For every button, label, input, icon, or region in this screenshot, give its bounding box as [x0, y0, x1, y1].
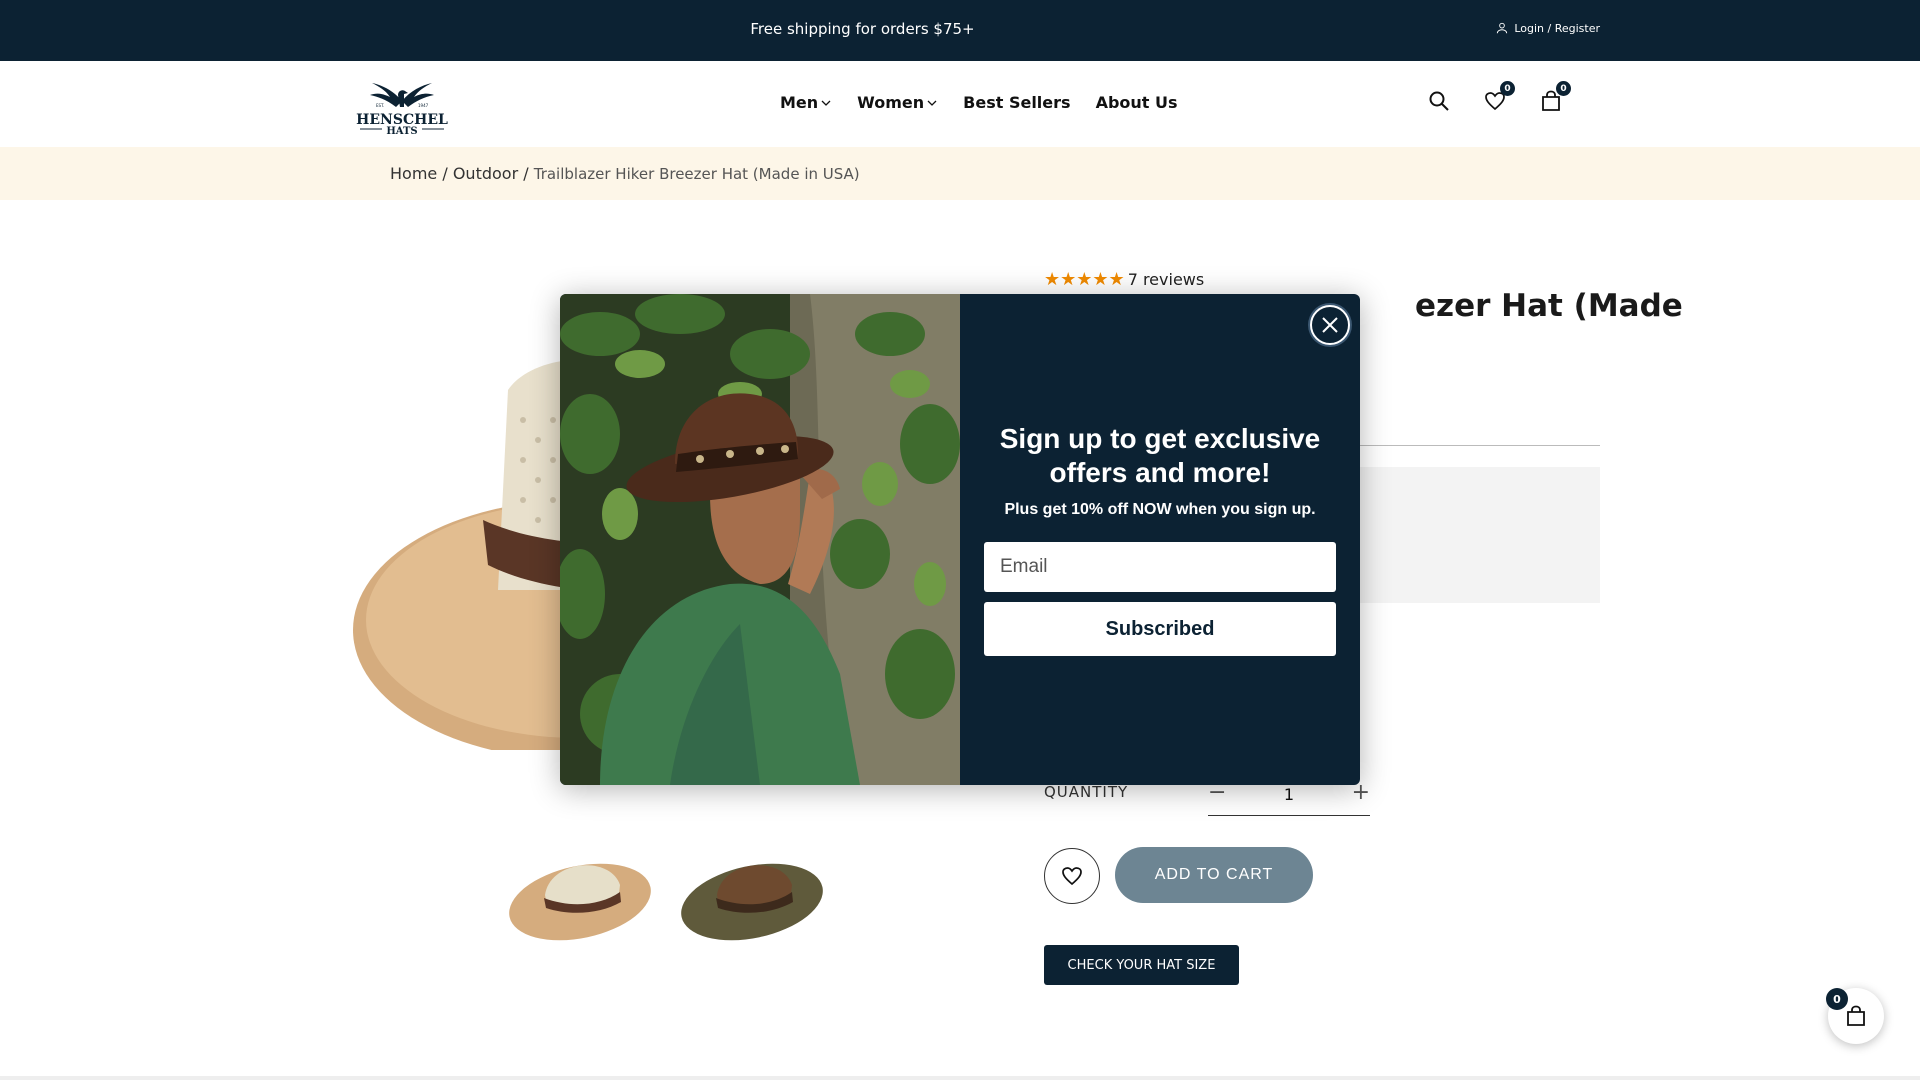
chevron-down-icon: [927, 100, 937, 106]
nav-best-sellers[interactable]: Best Sellers: [963, 93, 1070, 112]
nav-best-sellers-label: Best Sellers: [963, 93, 1071, 112]
eagle-logo: EST. 1947 HENSCHEL HATS: [356, 83, 448, 137]
check-hat-size-button[interactable]: CHECK YOUR HAT SIZE: [1044, 945, 1239, 985]
cart-button[interactable]: 0: [1539, 81, 1571, 115]
nav-about-us-label: About Us: [1095, 93, 1178, 112]
nav-about-us[interactable]: About Us: [1096, 93, 1178, 112]
breadcrumb-current: Trailblazer Hiker Breezer Hat (Made in U…: [533, 165, 860, 183]
henschel-logo[interactable]: EST. 1947 HENSCHEL HATS: [352, 71, 452, 139]
nav-men-label: Men: [780, 93, 819, 112]
nav-women-label: Women: [857, 93, 925, 112]
svg-text:1947: 1947: [418, 103, 429, 108]
header-icons: 0 0: [1427, 81, 1571, 115]
login-register-label: Login / Register: [1514, 21, 1600, 35]
close-icon: [1322, 317, 1338, 333]
search-button[interactable]: [1427, 89, 1453, 115]
breadcrumb-separator: /: [523, 164, 529, 183]
announcement-bar: Free shipping for orders $75+ Login / Re…: [0, 0, 1920, 61]
product-title: ezer Hat (Made: [1415, 288, 1683, 324]
footer-edge: [0, 1076, 1920, 1080]
cart-count-badge: 0: [1556, 81, 1571, 96]
popup-photo: [560, 294, 960, 785]
popup-subtext: Plus get 10% off NOW when you sign up.: [1004, 501, 1316, 518]
floating-cart-count: 0: [1826, 988, 1848, 1010]
chevron-down-icon: [821, 100, 831, 106]
man-in-hat-photo: [560, 294, 960, 785]
popup-heading: Sign up to get exclusive offers and more…: [980, 422, 1340, 490]
hat-thumbnail-image: [681, 863, 823, 941]
product-thumbnail[interactable]: [500, 840, 660, 950]
product-rating[interactable]: ★★★★★ 7 reviews: [1044, 269, 1204, 290]
popup-content: Sign up to get exclusive offers and more…: [960, 294, 1360, 785]
nav-men[interactable]: Men: [780, 93, 832, 112]
search-icon: [1429, 91, 1449, 111]
site-header: EST. 1947 HENSCHEL HATS Men Women Best S…: [0, 61, 1920, 147]
bag-icon: [1847, 1005, 1865, 1026]
add-to-wishlist-button[interactable]: [1044, 848, 1100, 904]
svg-text:HATS: HATS: [386, 126, 417, 137]
quantity-stepper: − 1 +: [1208, 780, 1370, 816]
popup-heading-line2: offers and more!: [1049, 457, 1271, 488]
breadcrumb-home[interactable]: Home: [390, 164, 437, 183]
hat-thumbnail-image: [509, 863, 651, 941]
breadcrumb: Home / Outdoor / Trailblazer Hiker Breez…: [0, 147, 1920, 200]
breadcrumb-outdoor[interactable]: Outdoor: [453, 164, 518, 183]
floating-cart-button[interactable]: 0: [1826, 988, 1884, 1044]
main-nav: Men Women Best Sellers About Us: [780, 93, 1178, 112]
reviews-count: 7 reviews: [1127, 270, 1205, 289]
add-to-cart-button[interactable]: ADD TO CART: [1115, 847, 1313, 903]
free-shipping-text: Free shipping for orders $75+: [750, 20, 975, 38]
email-field[interactable]: [984, 542, 1336, 592]
signup-popup: Sign up to get exclusive offers and more…: [560, 294, 1360, 785]
quantity-value[interactable]: 1: [1208, 785, 1370, 804]
nav-women[interactable]: Women: [857, 93, 938, 112]
login-register-link[interactable]: Login / Register: [1495, 21, 1600, 35]
subscribe-button[interactable]: Subscribed: [984, 602, 1336, 656]
popup-heading-line1: Sign up to get exclusive: [999, 423, 1321, 454]
popup-close-button[interactable]: [1310, 305, 1350, 345]
heart-icon: [1062, 867, 1082, 886]
wishlist-button[interactable]: 0: [1483, 81, 1515, 115]
user-icon: [1497, 22, 1508, 34]
breadcrumb-separator: /: [442, 164, 448, 183]
rating-stars: ★★★★★: [1044, 269, 1125, 290]
quantity-label: QUANTITY: [1044, 783, 1129, 801]
wishlist-count-badge: 0: [1500, 81, 1515, 96]
product-thumbnail[interactable]: [672, 840, 832, 950]
svg-text:EST.: EST.: [376, 103, 384, 108]
